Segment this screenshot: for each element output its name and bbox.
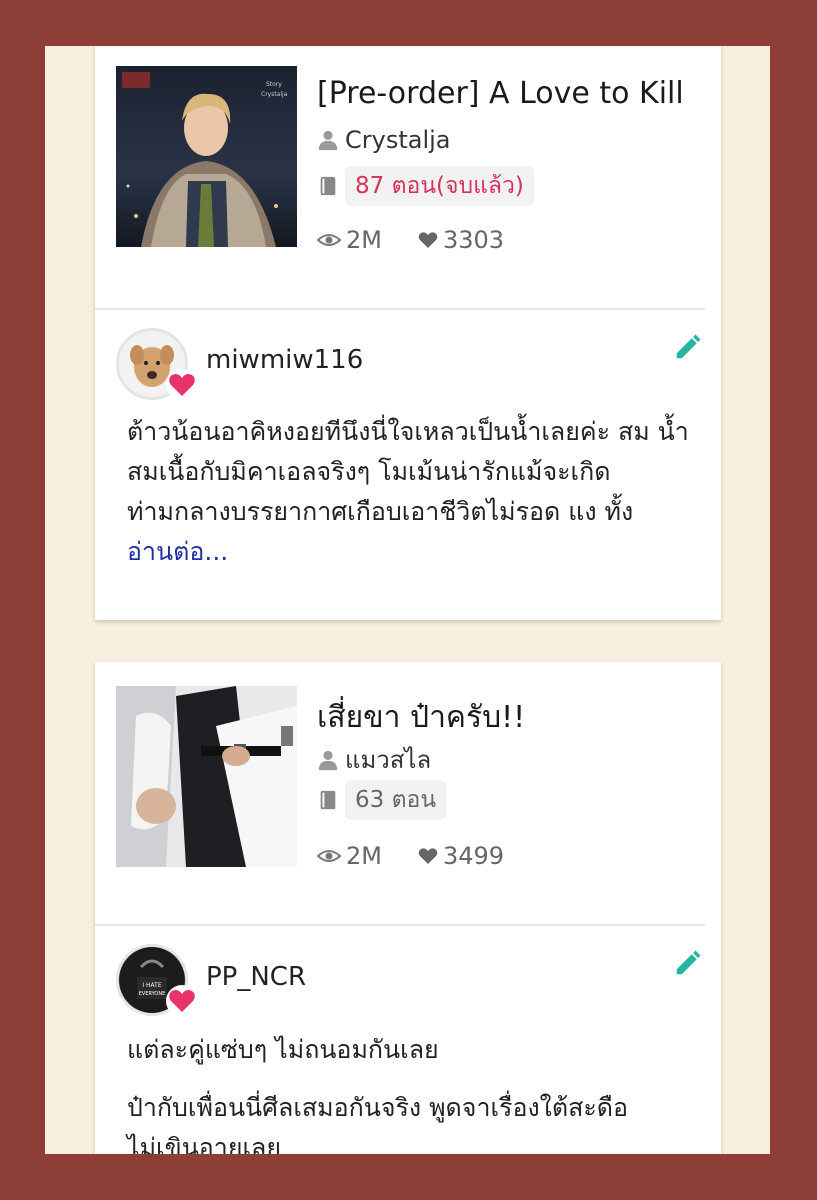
views-stat: 2M [317, 226, 382, 254]
page-background: Story Crystalja [Pre-order] A Love to Ki… [45, 46, 770, 1154]
divider [95, 308, 705, 310]
review-text: ต้าวน้อนอาคิหงอยทีนึงนี่ใจเหลวเป็นน้ำเลย… [127, 412, 697, 572]
heart-icon [418, 232, 438, 248]
story-stats: 2M 3303 [317, 226, 504, 254]
heart-icon [418, 848, 438, 864]
eye-icon [317, 850, 341, 862]
chapters-row: 87 ตอน(จบแล้ว) [317, 166, 534, 206]
author-row[interactable]: แมวสไล [317, 740, 431, 779]
story-title[interactable]: เสี่ยขา ป๋าครับ!! [317, 694, 525, 741]
user-icon [318, 130, 338, 151]
reviewer-username[interactable]: PP_NCR [206, 962, 306, 992]
book-icon [320, 790, 336, 810]
author-name: Crystalja [345, 126, 451, 154]
likes-count: 3499 [442, 842, 505, 870]
reviewer-username[interactable]: miwmiw116 [206, 345, 363, 375]
story-cover-image[interactable]: Story Crystalja [116, 66, 297, 247]
views-count: 2M [346, 842, 382, 870]
avatar-caption-1: I HATE [142, 982, 161, 989]
edit-pencil-icon[interactable] [673, 332, 703, 362]
story-stats: 2M 3499 [317, 842, 504, 870]
review-line: ไม่เขินอายเลย [127, 1133, 281, 1154]
review-text: แต่ละคู่แซ่บๆ ไม่ถนอมกันเลย ป๋ากับเพื่อน… [127, 1030, 697, 1154]
author-row[interactable]: Crystalja [317, 126, 451, 154]
heart-badge-icon [166, 369, 198, 401]
divider [95, 924, 705, 926]
likes-count: 3303 [442, 226, 505, 254]
views-stat: 2M [317, 842, 382, 870]
author-name: แมวสไล [345, 746, 432, 774]
review-body: ต้าวน้อนอาคิหงอยทีนึงนี่ใจเหลวเป็นน้ำเลย… [127, 417, 689, 526]
story-card: Story Crystalja [Pre-order] A Love to Ki… [95, 46, 721, 620]
likes-stat: 3303 [418, 226, 504, 254]
review-line: แต่ละคู่แซ่บๆ ไม่ถนอมกันเลย [127, 1035, 439, 1064]
edit-pencil-icon[interactable] [673, 948, 703, 978]
eye-icon [317, 234, 341, 246]
user-icon [318, 750, 338, 770]
chapter-count-badge: 87 ตอน(จบแล้ว) [345, 166, 534, 206]
story-card: เสี่ยขา ป๋าครับ!! แมวสไล 63 ตอน 2M 3499 [95, 662, 721, 1154]
review-line: ป๋ากับเพื่อนนี่ศีลเสมอกันจริง พูดจาเรื่อ… [127, 1093, 629, 1122]
chapters-row: 63 ตอน [317, 780, 447, 820]
story-cover-image[interactable] [116, 686, 297, 867]
svg-text:Story: Story [266, 81, 282, 88]
heart-badge-icon [166, 985, 198, 1017]
book-icon [320, 176, 336, 196]
read-more-link[interactable]: อ่านต่อ... [127, 537, 228, 566]
avatar-caption-2: EVERYONE [139, 991, 166, 997]
likes-stat: 3499 [418, 842, 504, 870]
views-count: 2M [346, 226, 382, 254]
chapter-count-badge: 63 ตอน [345, 780, 447, 820]
svg-text:Crystalja: Crystalja [261, 91, 288, 98]
story-title[interactable]: [Pre-order] A Love to Kill [317, 76, 684, 111]
